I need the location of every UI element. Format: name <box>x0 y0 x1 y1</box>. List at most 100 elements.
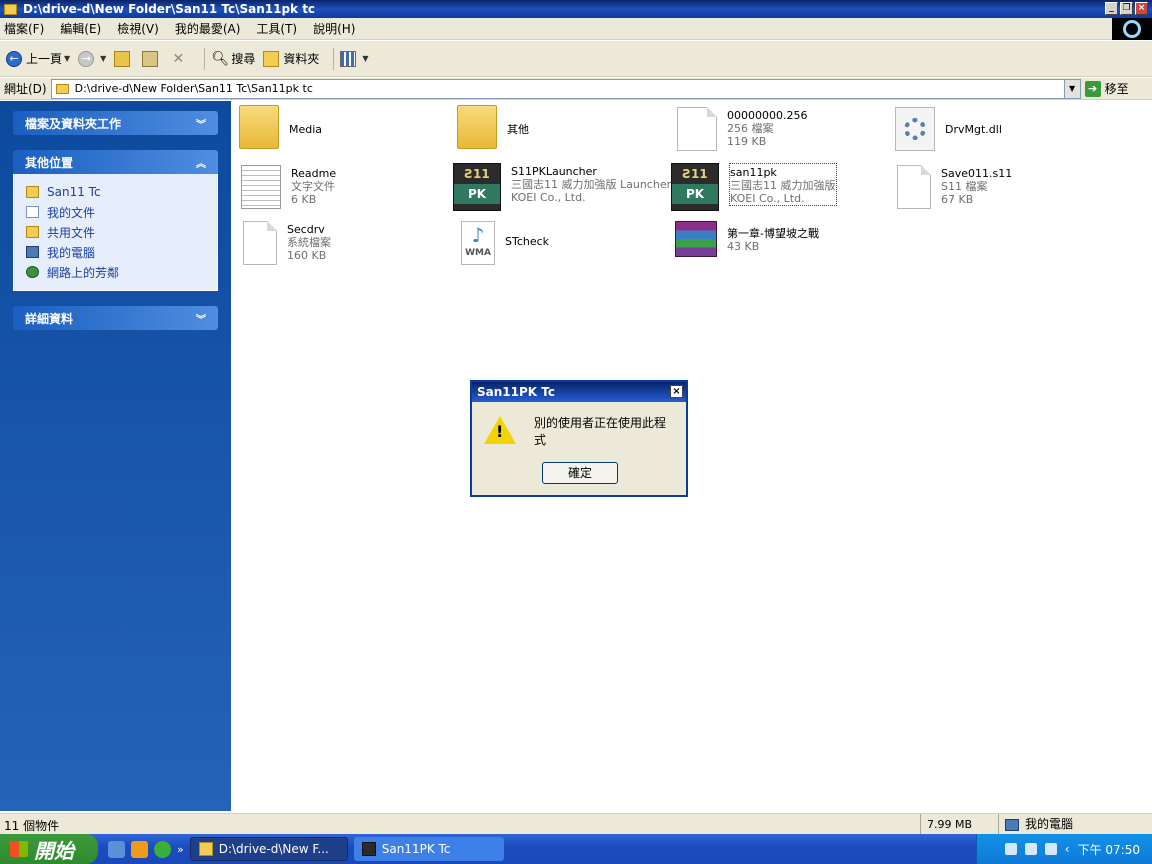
file-item[interactable]: Secdrv 系統檔案 160 KB <box>243 221 331 265</box>
address-path: D:\drive-d\New Folder\San11 Tc\San11pk t… <box>74 82 313 95</box>
details-title: 詳細資料 <box>25 311 74 326</box>
folders-button[interactable]: 資料夾 <box>263 45 319 73</box>
task-label: D:\drive-d\New F... <box>218 842 329 856</box>
window-title-bar[interactable]: D:\drive-d\New Folder\San11 Tc\San11pk t… <box>0 0 1152 18</box>
search-button[interactable]: 🔍︎ 搜尋 <box>211 45 255 73</box>
ok-button[interactable]: 確定 <box>542 462 618 484</box>
clock[interactable]: 下午 07:50 <box>1078 841 1140 858</box>
details-header[interactable]: 詳細資料 ︾ <box>13 306 218 330</box>
file-name: 00000000.256 <box>727 109 808 122</box>
san11pk-icon: Ƨ11 PK <box>671 163 719 211</box>
chevron-up-icon[interactable]: ︽ <box>196 155 206 170</box>
taskbar-san11pk-window[interactable]: San11PK Tc <box>353 837 504 861</box>
close-button[interactable]: × <box>1135 2 1148 15</box>
details-panel: 詳細資料 ︾ <box>13 306 218 330</box>
forward-button[interactable]: → ▼ <box>78 45 106 73</box>
place-network[interactable]: 網路上的芳鄰 <box>26 262 205 282</box>
file-icon <box>243 221 277 265</box>
chevron-down-icon[interactable]: ︾ <box>196 116 206 131</box>
file-item[interactable]: DrvMgt.dll <box>895 107 1002 151</box>
delete-icon: ✕ <box>172 50 185 67</box>
chevron-left-icon[interactable]: ‹ <box>1065 842 1070 856</box>
help-icon[interactable] <box>1024 843 1037 855</box>
file-type: 系統檔案 <box>287 236 331 249</box>
status-location: 我的電腦 <box>998 814 1152 835</box>
chevron-down-icon[interactable]: ︾ <box>196 311 206 326</box>
file-item[interactable]: 第一章-博望坡之戰 43 KB <box>675 221 819 257</box>
file-tasks-header[interactable]: 檔案及資料夾工作 ︾ <box>13 111 218 135</box>
wma-icon: ♪ WMA <box>461 221 495 265</box>
file-item[interactable]: 00000000.256 256 檔案 119 KB <box>677 107 807 151</box>
views-icon <box>340 50 357 67</box>
windows-logo-icon <box>1112 18 1152 40</box>
maximize-button[interactable]: ❐ <box>1120 2 1133 15</box>
back-button[interactable]: ← 上一頁 ▼ <box>6 45 70 73</box>
other-places-header[interactable]: 其他位置 ︽ <box>13 150 218 174</box>
menu-tools[interactable]: 工具(T) <box>256 20 297 37</box>
place-label: 共用文件 <box>47 225 96 240</box>
menu-view[interactable]: 檢視(V) <box>117 20 159 37</box>
move-to-icon <box>142 50 159 67</box>
menu-help[interactable]: 說明(H) <box>313 20 355 37</box>
file-name: 其他 <box>507 123 529 136</box>
go-button[interactable]: ➔ 移至 <box>1084 80 1129 97</box>
taskbar-explorer-window[interactable]: D:\drive-d\New F... <box>189 837 348 861</box>
media-player-icon[interactable] <box>131 840 148 858</box>
file-item-selected[interactable]: Ƨ11 PK san11pk 三國志11 威力加強版 KOEI Co., Ltd. <box>671 163 837 211</box>
rar-archive-icon <box>675 221 717 257</box>
move-to-button[interactable] <box>142 45 162 73</box>
folder-icon <box>198 842 213 856</box>
show-desktop-icon[interactable] <box>108 840 125 858</box>
address-input[interactable]: D:\drive-d\New Folder\San11 Tc\San11pk t… <box>50 78 1081 99</box>
file-item[interactable]: Ƨ11 PK S11PKLauncher 三國志11 威力加強版 Launcher… <box>453 163 671 211</box>
file-item[interactable]: 其他 <box>457 105 529 149</box>
minimize-button[interactable]: _ <box>1105 2 1118 15</box>
san11pk-icon <box>361 842 376 856</box>
file-name: Save011.s11 <box>941 167 1013 180</box>
place-label: San11 Tc <box>47 185 101 199</box>
file-icon <box>897 165 931 209</box>
views-button[interactable]: ▼ <box>340 45 369 73</box>
folder-icon <box>4 3 17 15</box>
dialog-title-bar[interactable]: San11PK Tc × <box>472 382 686 402</box>
file-company: KOEI Co., Ltd. <box>730 192 805 205</box>
place-my-documents[interactable]: 我的文件 <box>26 202 205 222</box>
place-san11tc[interactable]: San11 Tc <box>26 182 205 202</box>
file-name: 第一章-博望坡之戰 <box>727 227 819 240</box>
place-label: 我的電腦 <box>47 245 96 260</box>
file-item[interactable]: Readme 文字文件 6 KB <box>241 165 336 209</box>
file-name: san11pk <box>730 166 777 179</box>
up-folder-button[interactable] <box>114 45 134 73</box>
menu-favorites[interactable]: 我的最愛(A) <box>175 20 241 37</box>
message-dialog: San11PK Tc × ! 別的使用者正在使用此程式 確定 <box>470 380 688 497</box>
dropdown-arrow-icon[interactable]: ▼ <box>64 54 70 63</box>
menu-bar: 檔案(F) 編輯(E) 檢視(V) 我的最愛(A) 工具(T) 說明(H) <box>0 18 1112 40</box>
file-item[interactable]: Media <box>239 105 322 149</box>
file-size: 43 KB <box>727 240 760 253</box>
file-size: 160 KB <box>287 249 327 262</box>
go-label: 移至 <box>1104 82 1129 96</box>
place-shared-documents[interactable]: 共用文件 <box>26 222 205 242</box>
start-button[interactable]: 開始 <box>0 834 98 864</box>
menu-file[interactable]: 檔案(F) <box>4 20 44 37</box>
text-file-icon <box>241 165 281 209</box>
file-item[interactable]: Save011.s11 S11 檔案 67 KB <box>897 165 1012 209</box>
other-places-panel: 其他位置 ︽ San11 Tc 我的文件 共用文件 我的電腦 網路上的芳鄰 <box>13 150 218 291</box>
file-name: Secdrv <box>287 223 325 236</box>
close-icon[interactable]: × <box>670 385 683 398</box>
file-item[interactable]: ♪ WMA STcheck <box>461 221 549 265</box>
taskbar: 開始 » D:\drive-d\New F... San11PK Tc ‹ 下午… <box>0 834 1152 864</box>
chevron-down-icon[interactable]: ▼ <box>1063 79 1080 98</box>
folder-icon <box>457 105 497 149</box>
keyboard-icon[interactable] <box>1004 843 1017 855</box>
back-label: 上一頁 <box>26 52 63 66</box>
chevron-right-icon[interactable]: » <box>177 843 184 856</box>
delete-button[interactable]: ✕ <box>170 45 190 73</box>
other-places-title: 其他位置 <box>25 155 74 170</box>
search-label: 搜尋 <box>231 52 256 66</box>
place-my-computer[interactable]: 我的電腦 <box>26 242 205 262</box>
dropdown-arrow-icon[interactable]: ▼ <box>100 54 106 63</box>
network-tray-icon[interactable] <box>1044 843 1057 855</box>
browser-icon[interactable] <box>154 840 171 858</box>
menu-edit[interactable]: 編輯(E) <box>60 20 101 37</box>
